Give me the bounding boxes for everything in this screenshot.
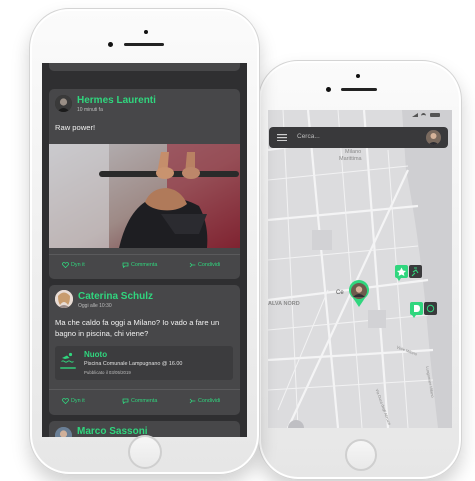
post-text: Raw power! bbox=[55, 123, 96, 132]
share-icon bbox=[189, 398, 196, 404]
post-text: Ma che caldo fa oggi a Milano? Io vado a… bbox=[55, 318, 220, 338]
dyn-button[interactable]: Dyn it bbox=[62, 262, 85, 268]
comment-label: Commenta bbox=[131, 398, 158, 404]
activity-box[interactable]: Nuoto Piscina Comunale Lampugnano @ 16.0… bbox=[55, 346, 233, 380]
map-pin-user[interactable] bbox=[348, 280, 370, 308]
district-label: ALVA NORD bbox=[268, 301, 300, 307]
earpiece-speaker bbox=[124, 43, 164, 46]
home-button[interactable] bbox=[128, 435, 162, 469]
sensor-dot bbox=[144, 30, 148, 34]
dyn-label: Dyn it bbox=[71, 262, 85, 268]
comment-button[interactable]: Commenta bbox=[122, 398, 157, 404]
dyn-label: Dyn it bbox=[71, 398, 85, 404]
map-screen[interactable]: Milano Marittima ALVA NORD Viale Milano … bbox=[268, 110, 452, 428]
menu-icon[interactable] bbox=[277, 134, 287, 141]
previous-post-card bbox=[49, 63, 240, 71]
search-bar[interactable]: Cerca... bbox=[269, 127, 448, 148]
avatar[interactable] bbox=[426, 130, 441, 145]
post-image[interactable] bbox=[49, 144, 240, 248]
front-camera bbox=[108, 42, 113, 47]
activity-location: Piscina Comunale Lampugnano @ 16.00 bbox=[84, 361, 183, 367]
avatar[interactable] bbox=[55, 290, 73, 308]
post-author[interactable]: Marco Sassoni bbox=[77, 426, 148, 437]
post-card[interactable]: Caterina Schulz Oggi alle 10:30 Ma che c… bbox=[49, 285, 240, 415]
comment-label: Commenta bbox=[131, 262, 158, 268]
share-button[interactable]: Condividi bbox=[189, 398, 220, 404]
phone-feed: Hermes Laurenti 10 minuti fa Raw power! bbox=[29, 8, 260, 475]
dyn-icon bbox=[62, 398, 69, 404]
swim-icon-caption bbox=[60, 367, 76, 369]
district-label: Milano bbox=[345, 149, 362, 155]
signal-icon bbox=[412, 113, 418, 117]
swim-icon bbox=[61, 352, 74, 363]
wifi-icon bbox=[421, 113, 426, 119]
comment-icon bbox=[122, 262, 129, 268]
action-divider bbox=[49, 389, 240, 390]
dyn-icon bbox=[62, 262, 69, 268]
avatar[interactable] bbox=[55, 427, 72, 437]
action-divider bbox=[49, 254, 240, 255]
map-marker-activity[interactable] bbox=[410, 302, 438, 318]
comment-icon bbox=[122, 398, 129, 404]
front-camera bbox=[326, 87, 331, 92]
dyn-button[interactable]: Dyn it bbox=[62, 398, 85, 404]
post-timestamp: 10 minuti fa bbox=[77, 107, 103, 113]
district-label: Marittima bbox=[339, 156, 362, 162]
earpiece-speaker bbox=[341, 88, 377, 91]
activity-title: Nuoto bbox=[84, 350, 108, 359]
pin-label: Ce bbox=[336, 290, 344, 296]
status-bar bbox=[268, 110, 452, 120]
comment-button[interactable]: Commenta bbox=[122, 262, 157, 268]
post-card[interactable]: Hermes Laurenti 10 minuti fa Raw power! bbox=[49, 89, 240, 279]
feed-screen[interactable]: Hermes Laurenti 10 minuti fa Raw power! bbox=[42, 63, 247, 437]
sensor-dot bbox=[356, 74, 360, 78]
home-button[interactable] bbox=[345, 439, 377, 471]
share-label: Condividi bbox=[198, 398, 221, 404]
post-author[interactable]: Caterina Schulz bbox=[78, 291, 153, 302]
share-icon bbox=[189, 262, 196, 268]
activity-published: Pubblicato il 03/05/2019 bbox=[84, 370, 131, 375]
avatar[interactable] bbox=[55, 95, 72, 112]
share-button[interactable]: Condividi bbox=[189, 262, 220, 268]
post-author[interactable]: Hermes Laurenti bbox=[77, 95, 156, 106]
battery-icon bbox=[430, 113, 440, 117]
map-marker-activity[interactable] bbox=[395, 265, 423, 281]
share-label: Condividi bbox=[198, 262, 221, 268]
dyn-marker-icon bbox=[414, 305, 420, 312]
phone-map: Milano Marittima ALVA NORD Viale Milano … bbox=[258, 60, 462, 480]
search-placeholder[interactable]: Cerca... bbox=[297, 133, 320, 140]
post-timestamp: Oggi alle 10:30 bbox=[78, 303, 112, 309]
